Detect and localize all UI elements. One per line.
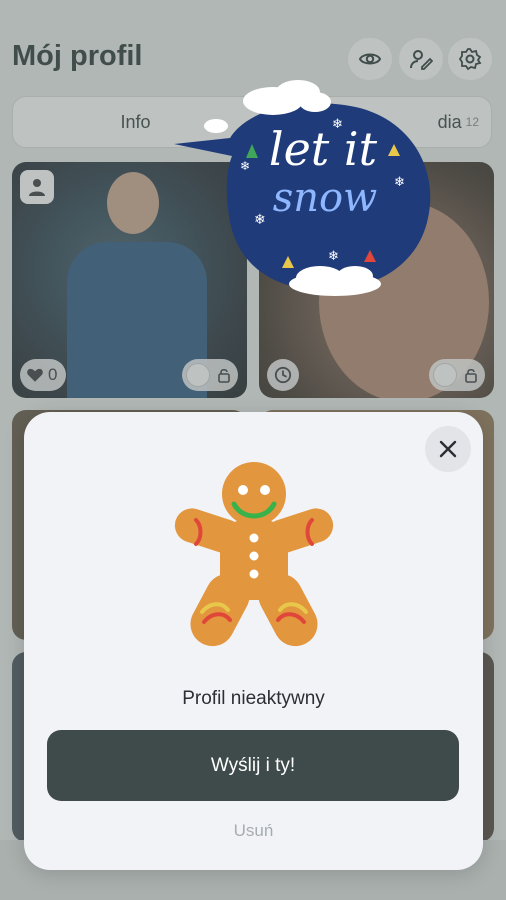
close-icon	[439, 440, 457, 458]
svg-text:❄: ❄	[240, 159, 250, 173]
svg-text:❄: ❄	[394, 174, 405, 189]
sticker-text-line1: let it	[268, 122, 378, 176]
send-button[interactable]: Wyślij i ty!	[47, 730, 459, 801]
let-it-snow-sticker: ❄ ❄ ❄ ❄ ❄ let it snow	[170, 78, 436, 300]
sticker-text-line2: snow	[272, 175, 378, 221]
modal-message: Profil nieaktywny	[182, 688, 325, 709]
gingerbread-illustration	[174, 462, 334, 647]
svg-text:❄: ❄	[328, 248, 339, 263]
remove-button[interactable]: Usuń	[24, 821, 483, 841]
inactive-profile-modal: Profil nieaktywny Wyślij i ty! Usuń	[24, 412, 483, 870]
close-button[interactable]	[425, 426, 471, 472]
